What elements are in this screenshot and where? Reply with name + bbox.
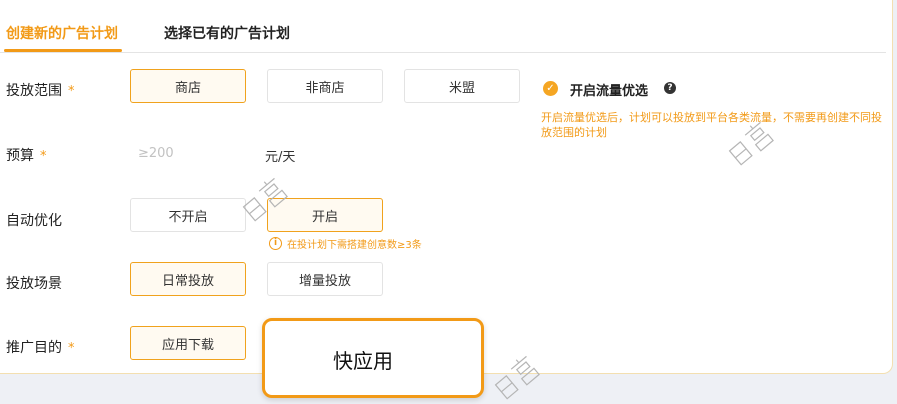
active-tab-indicator (4, 49, 122, 52)
auto-optimize-tip: 在投计划下需搭建创意数≥3条 (287, 240, 422, 251)
required-star: * (68, 84, 75, 99)
flow-optimization-description: 开启流量优选后，计划可以投放到平台各类流量，不需要再创建不同投放范围的计划 (541, 111, 882, 139)
scene-label: 投放场景 (6, 273, 62, 293)
budget-label-text: 预算 (6, 148, 34, 164)
required-star: * (40, 149, 47, 164)
option-mimeng[interactable]: 米盟 (404, 69, 520, 103)
option-daily-delivery[interactable]: 日常投放 (130, 262, 246, 296)
plan-tabs: 创建新的广告计划 选择已有的广告计划 (0, 0, 886, 53)
option-app-download[interactable]: 应用下载 (130, 326, 246, 360)
option-incremental-delivery[interactable]: 增量投放 (267, 262, 383, 296)
placement-range-label: 投放范围 * (6, 80, 75, 100)
option-auto-off[interactable]: 不开启 (130, 198, 246, 232)
info-icon[interactable]: ? (664, 82, 676, 94)
option-non-store[interactable]: 非商店 (267, 69, 383, 103)
flow-optimization-label: 开启流量优选 (570, 84, 649, 99)
budget-unit: 元/天 (265, 150, 296, 165)
quick-app-label: 快应用 (333, 349, 393, 373)
required-star: * (68, 341, 75, 356)
placement-range-label-text: 投放范围 (6, 83, 62, 99)
purpose-label-text: 推广目的 (6, 340, 62, 356)
budget-input[interactable]: ≥200 (138, 146, 174, 161)
auto-optimize-label: 自动优化 (6, 210, 62, 230)
quick-app-option[interactable]: 快应用 (262, 318, 484, 398)
option-auto-on[interactable]: 开启 (267, 198, 383, 232)
option-store[interactable]: 商店 (130, 69, 246, 103)
scene-label-text: 投放场景 (6, 276, 62, 292)
tab-choose-existing-plan[interactable]: 选择已有的广告计划 (164, 23, 290, 43)
budget-label: 预算 * (6, 145, 47, 165)
flow-optimization-checkbox[interactable]: ✓ (543, 81, 558, 96)
tip-info-icon: i (269, 237, 282, 250)
auto-optimize-label-text: 自动优化 (6, 213, 62, 229)
tab-create-new-plan[interactable]: 创建新的广告计划 (6, 23, 118, 43)
purpose-label: 推广目的 * (6, 337, 75, 357)
